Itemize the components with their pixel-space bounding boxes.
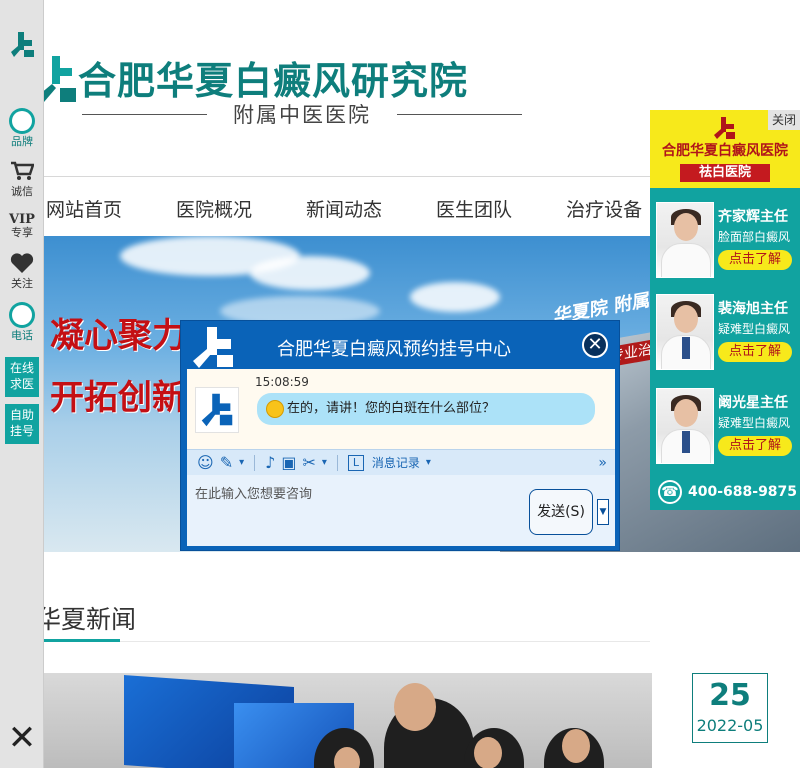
- doctor-photo: [656, 388, 714, 464]
- scissors-icon[interactable]: ✂: [302, 453, 315, 472]
- doctor-dept: 疑难型白癜风: [718, 416, 791, 430]
- chat-message-time: 15:08:59: [255, 375, 309, 389]
- nav-divider: [44, 176, 650, 177]
- toolbar-item-follow[interactable]: 关注: [0, 250, 44, 291]
- chat-close-button[interactable]: ✕: [582, 332, 608, 358]
- ad-phone[interactable]: ☎ 400-688-9875: [650, 474, 800, 510]
- right-float-ad: 合肥华夏白癜风医院 祛白医院 关闭 齐家辉主任 脸面部白癜风 点击了解 裴海旭主…: [650, 110, 800, 510]
- nav-item-news[interactable]: 新闻动态: [306, 195, 382, 222]
- expand-more-icon[interactable]: »: [598, 455, 607, 471]
- site-logo[interactable]: 合肥华夏白癜风研究院 附属中医医院: [30, 40, 530, 140]
- site-subtitle: 附属中医医院: [82, 100, 522, 128]
- toolbar-separator: [336, 454, 338, 471]
- banner-slogan-2: 开拓创新: [50, 378, 186, 418]
- toolbar-item-trust[interactable]: 诚信: [0, 158, 44, 199]
- banner-cloud: [410, 282, 500, 312]
- agent-avatar: [195, 387, 239, 433]
- edit-icon[interactable]: ✎: [220, 453, 233, 472]
- smile-emoji-icon: [266, 400, 284, 418]
- ad-hospital-name: 合肥华夏白癜风医院: [662, 143, 788, 159]
- ad-close-button[interactable]: 关闭: [768, 110, 800, 130]
- site-title: 合肥华夏白癜风研究院: [78, 58, 469, 103]
- image-icon[interactable]: ▣: [281, 453, 296, 472]
- chevron-down-icon[interactable]: ▾: [426, 457, 431, 468]
- phone-icon: ☎: [658, 480, 682, 504]
- chat-message-text: 在的，请讲！您的白斑在什么部位？: [287, 401, 496, 416]
- toolbar-item-label: 专享: [11, 226, 33, 239]
- doctor-learn-more-button[interactable]: 点击了解: [718, 436, 792, 456]
- toolbar-item-label: 品牌: [11, 135, 33, 148]
- doctor-dept: 脸面部白癜风: [718, 230, 791, 244]
- emoji-icon[interactable]: ☺: [197, 453, 214, 472]
- toolbar-item-phone[interactable]: 电话: [0, 302, 44, 343]
- chat-input-placeholder: 在此输入您想要咨询: [195, 487, 313, 502]
- left-float-toolbar: 品牌 诚信 VIP 专享 关注 电话 在线求医 自助挂号 ✕: [0, 0, 44, 768]
- doctor-photo: [656, 294, 714, 370]
- self-register-button[interactable]: 自助挂号: [5, 404, 39, 444]
- chat-messages: 15:08:59 在的，请讲！您的白斑在什么部位？: [187, 369, 615, 449]
- nav-item-about[interactable]: 医院概况: [176, 195, 252, 222]
- doctor-name: 阚光星主任: [718, 395, 788, 411]
- thumbs-up-icon: [9, 302, 35, 328]
- hospital-logo-icon: [40, 56, 76, 102]
- news-heading-divider: [120, 641, 650, 642]
- history-icon[interactable]: L: [347, 454, 364, 471]
- nav-item-equipment[interactable]: 治疗设备: [566, 195, 642, 222]
- toolbar-item-label: 诚信: [11, 185, 33, 198]
- nav-item-doctors[interactable]: 医生团队: [436, 195, 512, 222]
- ad-tag: 祛白医院: [680, 164, 770, 182]
- doctor-name: 裴海旭主任: [718, 301, 788, 317]
- chat-send-button[interactable]: 发送(S): [529, 489, 593, 535]
- online-consult-button[interactable]: 在线求医: [5, 357, 39, 397]
- doctor-learn-more-button[interactable]: 点击了解: [718, 342, 792, 362]
- send-options-dropdown[interactable]: ▼: [597, 499, 609, 525]
- news-date: 25 2022-05: [692, 673, 768, 743]
- subtitle-divider-right: [397, 113, 522, 115]
- toolbar-item-vip[interactable]: VIP 专享: [0, 206, 44, 240]
- chat-input-area[interactable]: 在此输入您想要咨询 发送(S) ▼: [187, 475, 615, 546]
- chat-toolbar: ☺ ✎ ▾ ♪ ▣ ✂ ▾ L 消息记录 ▾ »: [187, 449, 615, 475]
- subtitle-divider-left: [82, 113, 207, 115]
- news-heading-text: 华夏新闻: [36, 605, 137, 634]
- chat-window: 合肥华夏白癜风预约挂号中心 ✕ 15:08:59 在的，请讲！您的白斑在什么部位…: [180, 320, 620, 551]
- nav-item-home[interactable]: 网站首页: [46, 195, 122, 222]
- toolbar-item-label: 电话: [11, 329, 33, 342]
- music-icon[interactable]: ♪: [265, 453, 275, 472]
- news-image-person-head: [562, 729, 590, 763]
- chevron-down-icon[interactable]: ▾: [322, 457, 327, 468]
- toolbar-separator: [254, 454, 256, 471]
- news-date-year-month: 2022-05: [696, 716, 764, 735]
- doctor-photo: [656, 202, 714, 278]
- doctor-card[interactable]: 裴海旭主任 疑难型白癜风 点击了解: [650, 284, 800, 376]
- banner-cloud: [250, 256, 370, 290]
- doctor-learn-more-button[interactable]: 点击了解: [718, 250, 792, 270]
- chat-logo-icon: [193, 327, 233, 368]
- doctor-name: 齐家辉主任: [718, 209, 788, 225]
- news-image-person-head: [474, 737, 502, 768]
- thumbs-up-icon: [9, 108, 35, 134]
- news-date-day: 25: [709, 678, 751, 713]
- doctor-card[interactable]: 阚光星主任 疑难型白癜风 点击了解: [650, 378, 800, 470]
- doctor-card[interactable]: 齐家辉主任 脸面部白癜风 点击了解: [650, 192, 800, 284]
- chat-title: 合肥华夏白癜风预约挂号中心: [277, 339, 511, 360]
- toolbar-logo-icon: [11, 32, 34, 57]
- chevron-down-icon[interactable]: ▾: [239, 457, 244, 468]
- toolbar-item-label: 关注: [11, 277, 33, 290]
- ad-phone-number: 400-688-9875: [688, 484, 798, 500]
- shopping-cart-icon: [9, 158, 35, 184]
- chat-header[interactable]: 合肥华夏白癜风预约挂号中心 ✕: [181, 321, 621, 369]
- news-image-person-head: [394, 683, 436, 731]
- chat-message-bubble: 在的，请讲！您的白斑在什么部位？: [257, 393, 595, 425]
- banner-slogan-1: 凝心聚力: [50, 316, 186, 356]
- subtitle-text: 附属中医医院: [233, 103, 371, 127]
- doctor-dept: 疑难型白癜风: [718, 322, 791, 336]
- news-section-heading: 华夏新闻: [36, 596, 136, 642]
- main-nav: 网站首页 医院概况 新闻动态 医生团队 治疗设备: [44, 180, 650, 236]
- hospital-logo-icon: [714, 117, 735, 139]
- toolbar-close-button[interactable]: ✕: [6, 721, 38, 756]
- toolbar-item-brand[interactable]: 品牌: [0, 108, 44, 149]
- heart-icon: [9, 250, 35, 276]
- news-image[interactable]: [44, 673, 652, 768]
- chat-history-button[interactable]: 消息记录: [372, 454, 420, 471]
